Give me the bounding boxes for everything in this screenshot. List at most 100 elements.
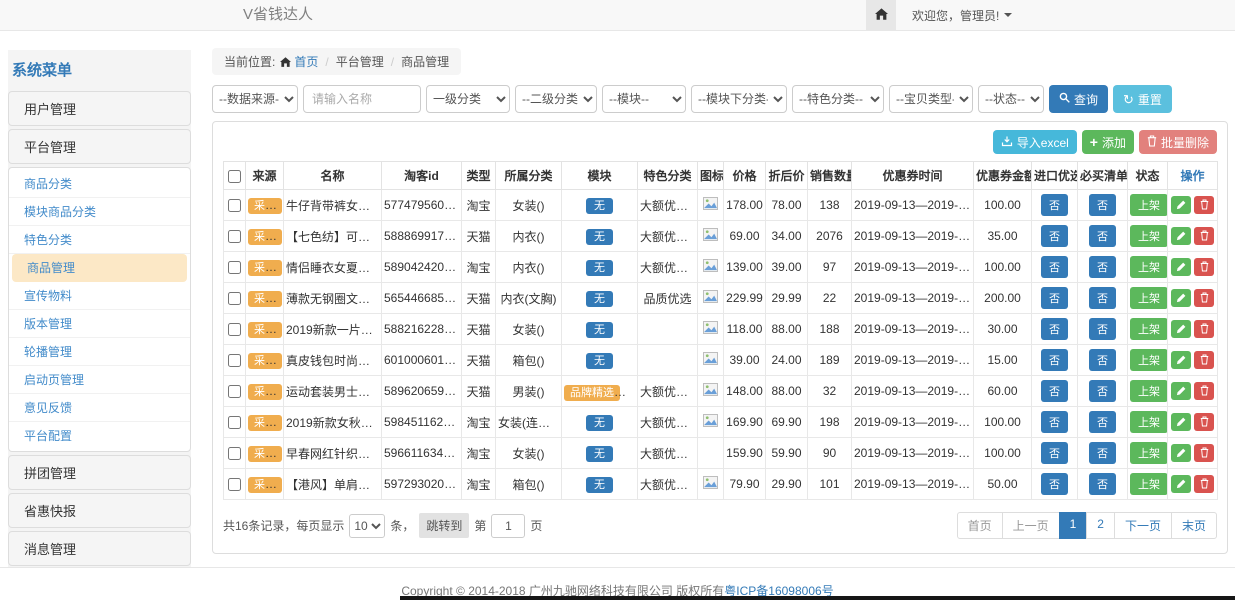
sidebar-item-9[interactable]: 平台配置 — [9, 422, 190, 449]
delete-button[interactable] — [1194, 289, 1214, 307]
edit-button[interactable] — [1171, 289, 1191, 307]
page-button-0[interactable]: 首页 — [957, 512, 1003, 539]
edit-button[interactable] — [1171, 475, 1191, 493]
breadcrumb-item-platform[interactable]: 平台管理 — [336, 55, 384, 69]
home-button[interactable] — [866, 0, 896, 30]
sidebar-item-7[interactable]: 启动页管理 — [9, 366, 190, 394]
must-buy-toggle[interactable]: 否 — [1089, 318, 1116, 340]
edit-button[interactable] — [1171, 351, 1191, 369]
delete-button[interactable] — [1194, 320, 1214, 338]
status-button[interactable]: 上架 — [1130, 473, 1168, 495]
edit-button[interactable] — [1171, 258, 1191, 276]
edit-button[interactable] — [1171, 196, 1191, 214]
add-button[interactable]: + 添加 — [1082, 130, 1134, 154]
import-select-toggle[interactable]: 否 — [1041, 380, 1068, 402]
status-button[interactable]: 上架 — [1130, 349, 1168, 371]
sidebar-group-bottom-0[interactable]: 拼团管理 — [8, 455, 191, 490]
must-buy-toggle[interactable]: 否 — [1089, 287, 1116, 309]
sidebar-group-bottom-2[interactable]: 消息管理 — [8, 531, 191, 566]
page-button-4[interactable]: 下一页 — [1114, 512, 1172, 539]
delete-button[interactable] — [1194, 196, 1214, 214]
edit-button[interactable] — [1171, 227, 1191, 245]
filter-select-3[interactable]: --模块-- — [602, 85, 686, 113]
delete-button[interactable] — [1194, 413, 1214, 431]
delete-button[interactable] — [1194, 351, 1214, 369]
import-select-toggle[interactable]: 否 — [1041, 225, 1068, 247]
status-button[interactable]: 上架 — [1130, 225, 1168, 247]
sidebar-item-6[interactable]: 轮播管理 — [9, 338, 190, 366]
status-button[interactable]: 上架 — [1130, 411, 1168, 433]
sidebar-item-4[interactable]: 宣传物料 — [9, 282, 190, 310]
delete-button[interactable] — [1194, 382, 1214, 400]
must-buy-toggle[interactable]: 否 — [1089, 473, 1116, 495]
sidebar-item-5[interactable]: 版本管理 — [9, 310, 190, 338]
row-checkbox[interactable] — [228, 416, 241, 429]
jump-page-input[interactable] — [491, 514, 525, 538]
filter-select-4[interactable]: --模块下分类-- — [691, 85, 787, 113]
user-menu[interactable]: 欢迎您，管理员! — [912, 7, 1012, 24]
sidebar-group-bottom-1[interactable]: 省惠快报 — [8, 493, 191, 528]
must-buy-toggle[interactable]: 否 — [1089, 442, 1116, 464]
name-search-input[interactable] — [303, 85, 421, 113]
delete-button[interactable] — [1194, 258, 1214, 276]
import-select-toggle[interactable]: 否 — [1041, 287, 1068, 309]
row-checkbox[interactable] — [228, 230, 241, 243]
must-buy-toggle[interactable]: 否 — [1089, 256, 1116, 278]
import-excel-button[interactable]: 导入excel — [993, 130, 1077, 154]
status-button[interactable]: 上架 — [1130, 287, 1168, 309]
filter-select-7[interactable]: --状态-- — [978, 85, 1044, 113]
import-select-toggle[interactable]: 否 — [1041, 318, 1068, 340]
page-button-3[interactable]: 2 — [1086, 512, 1115, 539]
sidebar-item-8[interactable]: 意见反馈 — [9, 394, 190, 422]
sidebar-item-1[interactable]: 模块商品分类 — [9, 198, 190, 226]
sidebar-item-2[interactable]: 特色分类 — [9, 226, 190, 254]
select-all-checkbox[interactable] — [228, 170, 241, 183]
sidebar-item-3[interactable]: 商品管理 — [12, 254, 187, 282]
row-checkbox[interactable] — [228, 447, 241, 460]
row-checkbox[interactable] — [228, 292, 241, 305]
must-buy-toggle[interactable]: 否 — [1089, 380, 1116, 402]
import-select-toggle[interactable]: 否 — [1041, 349, 1068, 371]
page-button-1[interactable]: 上一页 — [1002, 512, 1060, 539]
status-button[interactable]: 上架 — [1130, 256, 1168, 278]
import-select-toggle[interactable]: 否 — [1041, 473, 1068, 495]
must-buy-toggle[interactable]: 否 — [1089, 225, 1116, 247]
reset-button[interactable]: ↻重置 — [1113, 85, 1172, 113]
import-select-toggle[interactable]: 否 — [1041, 194, 1068, 216]
filter-select-6[interactable]: --宝贝类型-- — [889, 85, 973, 113]
sidebar-item-0[interactable]: 商品分类 — [9, 170, 190, 198]
must-buy-toggle[interactable]: 否 — [1089, 411, 1116, 433]
sidebar-group-top-0[interactable]: 用户管理 — [8, 91, 191, 126]
status-button[interactable]: 上架 — [1130, 442, 1168, 464]
edit-button[interactable] — [1171, 320, 1191, 338]
status-button[interactable]: 上架 — [1130, 318, 1168, 340]
page-button-2[interactable]: 1 — [1059, 512, 1088, 539]
row-checkbox[interactable] — [228, 199, 241, 212]
filter-select-5[interactable]: --特色分类-- — [792, 85, 884, 113]
edit-button[interactable] — [1171, 382, 1191, 400]
filter-select-1[interactable]: 一级分类 — [426, 85, 510, 113]
page-button-5[interactable]: 末页 — [1171, 512, 1217, 539]
must-buy-toggle[interactable]: 否 — [1089, 349, 1116, 371]
row-checkbox[interactable] — [228, 261, 241, 274]
query-button[interactable]: 查询 — [1049, 85, 1108, 113]
sidebar-group-top-1[interactable]: 平台管理 — [8, 129, 191, 164]
delete-button[interactable] — [1194, 444, 1214, 462]
edit-button[interactable] — [1171, 444, 1191, 462]
status-button[interactable]: 上架 — [1130, 194, 1168, 216]
import-select-toggle[interactable]: 否 — [1041, 256, 1068, 278]
import-select-toggle[interactable]: 否 — [1041, 442, 1068, 464]
delete-button[interactable] — [1194, 227, 1214, 245]
batch-delete-button[interactable]: 批量删除 — [1139, 130, 1217, 154]
import-select-toggle[interactable]: 否 — [1041, 411, 1068, 433]
must-buy-toggle[interactable]: 否 — [1089, 194, 1116, 216]
edit-button[interactable] — [1171, 413, 1191, 431]
jump-button[interactable]: 跳转到 — [419, 513, 469, 538]
filter-select-0[interactable]: --数据来源-- — [212, 85, 298, 113]
row-checkbox[interactable] — [228, 385, 241, 398]
filter-select-2[interactable]: --二级分类-- — [515, 85, 597, 113]
row-checkbox[interactable] — [228, 354, 241, 367]
delete-button[interactable] — [1194, 475, 1214, 493]
per-page-select[interactable]: 10 — [349, 514, 385, 538]
status-button[interactable]: 上架 — [1130, 380, 1168, 402]
